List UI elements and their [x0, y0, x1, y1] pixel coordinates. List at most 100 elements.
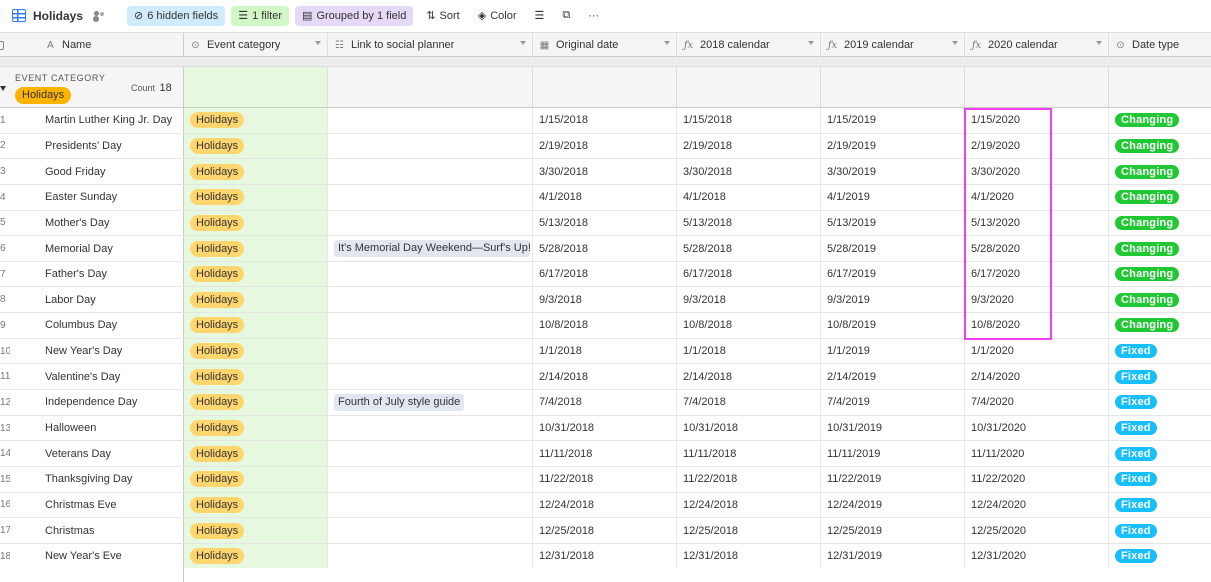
- cell-name[interactable]: New Year's Day: [39, 338, 184, 364]
- cell-date-type[interactable]: Fixed: [1109, 441, 1211, 466]
- cell-link-social[interactable]: [328, 364, 533, 390]
- cell-2019-calendar[interactable]: 7/4/2019: [821, 390, 965, 415]
- more-button[interactable]: ···: [581, 6, 606, 26]
- share-view-button[interactable]: ⧉: [555, 6, 577, 26]
- select-all-checkbox[interactable]: [0, 40, 4, 50]
- cell-date-type[interactable]: Fixed: [1109, 544, 1211, 569]
- table-row[interactable]: 14 Veterans Day Holidays 11/11/2018 11/11/20…: [0, 441, 1211, 467]
- cell-name[interactable]: Independence Day: [39, 390, 184, 415]
- cell-name[interactable]: Martin Luther King Jr. Day: [39, 108, 184, 133]
- cell-event-category[interactable]: Holidays: [184, 415, 328, 441]
- cell-date-type[interactable]: Fixed: [1109, 339, 1211, 364]
- header-2019-calendar[interactable]: ƒx 2019 calendar: [821, 33, 965, 57]
- cell-event-category[interactable]: Holidays: [184, 261, 328, 287]
- cell-link-social[interactable]: [328, 261, 533, 287]
- cell-name[interactable]: New Year's Eve: [39, 543, 184, 569]
- cell-2018-calendar[interactable]: 10/31/2018: [677, 415, 821, 441]
- cell-link-social[interactable]: [328, 287, 533, 313]
- cell-2020-calendar[interactable]: 1/1/2020: [965, 338, 1109, 364]
- cell-2019-calendar[interactable]: 10/8/2019: [821, 313, 965, 338]
- cell-2020-calendar[interactable]: 5/28/2020: [965, 236, 1109, 261]
- cell-link-social[interactable]: [328, 518, 533, 543]
- table-row[interactable]: 9 Columbus Day Holidays 10/8/2018 10/8/2018 1…: [0, 313, 1211, 339]
- table-row[interactable]: 11 Valentine's Day Holidays 2/14/2018 2/14/2…: [0, 364, 1211, 391]
- cell-name[interactable]: Valentine's Day: [39, 364, 184, 390]
- cell-link-social[interactable]: [328, 108, 533, 133]
- table-row[interactable]: 2 Presidents' Day Holidays 2/19/2018 2/19/20…: [0, 133, 1211, 160]
- table-row[interactable]: 18 New Year's Eve Holidays 12/31/2018 12/31/…: [0, 543, 1211, 570]
- cell-2019-calendar[interactable]: 9/3/2019: [821, 287, 965, 313]
- cell-2018-calendar[interactable]: 5/28/2018: [677, 236, 821, 261]
- cell-2019-calendar[interactable]: 11/22/2019: [821, 466, 965, 492]
- cell-link-social[interactable]: [328, 313, 533, 338]
- cell-event-category[interactable]: Holidays: [184, 518, 328, 543]
- table-row[interactable]: 6 Memorial Day Holidays It's Memorial Day W…: [0, 236, 1211, 262]
- linked-record-chip[interactable]: Fourth of July style guide: [334, 393, 465, 411]
- chevron-down-icon[interactable]: [1096, 41, 1102, 45]
- cell-2019-calendar[interactable]: 10/31/2019: [821, 415, 965, 441]
- cell-name[interactable]: Christmas Eve: [39, 492, 184, 518]
- cell-name[interactable]: Labor Day: [39, 287, 184, 313]
- header-event-category[interactable]: ⊙ Event category: [184, 33, 328, 57]
- cell-date-type[interactable]: Changing: [1109, 134, 1211, 159]
- cell-2019-calendar[interactable]: 2/14/2019: [821, 364, 965, 390]
- table-row[interactable]: 12 Independence Day Holidays Fourth of July…: [0, 390, 1211, 416]
- cell-date-type[interactable]: Fixed: [1109, 518, 1211, 543]
- cell-2019-calendar[interactable]: 12/31/2019: [821, 543, 965, 569]
- cell-event-category[interactable]: Holidays: [184, 543, 328, 569]
- cell-original-date[interactable]: 11/11/2018: [533, 441, 677, 466]
- cell-name[interactable]: Father's Day: [39, 261, 184, 287]
- header-2018-calendar[interactable]: ƒx 2018 calendar: [677, 33, 821, 57]
- table-row[interactable]: 10 New Year's Day Holidays 1/1/2018 1/1/2018…: [0, 338, 1211, 365]
- cell-2019-calendar[interactable]: 3/30/2019: [821, 159, 965, 184]
- header-name[interactable]: A Name: [39, 33, 184, 57]
- cell-original-date[interactable]: 2/19/2018: [533, 133, 677, 159]
- cell-original-date[interactable]: 2/14/2018: [533, 364, 677, 390]
- cell-name[interactable]: Columbus Day: [39, 313, 184, 338]
- header-2020-calendar[interactable]: ƒx 2020 calendar: [965, 33, 1109, 57]
- cell-2020-calendar[interactable]: 5/13/2020: [965, 210, 1109, 236]
- cell-link-social[interactable]: [328, 159, 533, 184]
- cell-2019-calendar[interactable]: 1/15/2019: [821, 108, 965, 133]
- cell-event-category[interactable]: Holidays: [184, 210, 328, 236]
- linked-record-chip[interactable]: It's Memorial Day Weekend—Surf's Up!: [334, 240, 530, 258]
- cell-date-type[interactable]: Changing: [1109, 185, 1211, 210]
- cell-link-social[interactable]: It's Memorial Day Weekend—Surf's Up!: [328, 236, 533, 261]
- cell-original-date[interactable]: 11/22/2018: [533, 466, 677, 492]
- cell-2018-calendar[interactable]: 4/1/2018: [677, 184, 821, 210]
- cell-date-type[interactable]: Changing: [1109, 211, 1211, 236]
- cell-2018-calendar[interactable]: 6/17/2018: [677, 261, 821, 287]
- cell-date-type[interactable]: Changing: [1109, 313, 1211, 338]
- table-row[interactable]: 7 Father's Day Holidays 6/17/2018 6/17/2018 6…: [0, 261, 1211, 288]
- cell-original-date[interactable]: 5/13/2018: [533, 210, 677, 236]
- chevron-down-icon[interactable]: [315, 41, 321, 45]
- table-row[interactable]: 16 Christmas Eve Holidays 12/24/2018 12/24/2…: [0, 492, 1211, 519]
- cell-name[interactable]: Mother's Day: [39, 210, 184, 236]
- cell-2018-calendar[interactable]: 12/25/2018: [677, 518, 821, 543]
- cell-2018-calendar[interactable]: 11/11/2018: [677, 441, 821, 466]
- group-button[interactable]: ▤ Grouped by 1 field: [295, 5, 414, 26]
- cell-original-date[interactable]: 4/1/2018: [533, 184, 677, 210]
- cell-2018-calendar[interactable]: 1/15/2018: [677, 108, 821, 133]
- cell-event-category[interactable]: Holidays: [184, 184, 328, 210]
- cell-2020-calendar[interactable]: 6/17/2020: [965, 261, 1109, 287]
- cell-2020-calendar[interactable]: 7/4/2020: [965, 390, 1109, 415]
- cell-original-date[interactable]: 1/1/2018: [533, 338, 677, 364]
- row-height-button[interactable]: ☰: [528, 6, 552, 26]
- cell-event-category[interactable]: Holidays: [184, 338, 328, 364]
- cell-original-date[interactable]: 6/17/2018: [533, 261, 677, 287]
- cell-original-date[interactable]: 10/31/2018: [533, 415, 677, 441]
- cell-event-category[interactable]: Holidays: [184, 466, 328, 492]
- cell-2019-calendar[interactable]: 5/13/2019: [821, 210, 965, 236]
- cell-name[interactable]: Veterans Day: [39, 441, 184, 466]
- cell-2018-calendar[interactable]: 1/1/2018: [677, 338, 821, 364]
- cell-2018-calendar[interactable]: 12/24/2018: [677, 492, 821, 518]
- cell-2020-calendar[interactable]: 10/31/2020: [965, 415, 1109, 441]
- group-header[interactable]: EVENT CATEGORY Holidays Count 18: [0, 67, 1211, 108]
- cell-2020-calendar[interactable]: 12/25/2020: [965, 518, 1109, 543]
- cell-original-date[interactable]: 10/8/2018: [533, 313, 677, 338]
- cell-date-type[interactable]: Fixed: [1109, 364, 1211, 389]
- cell-link-social[interactable]: [328, 184, 533, 210]
- cell-2019-calendar[interactable]: 2/19/2019: [821, 133, 965, 159]
- cell-2019-calendar[interactable]: 12/24/2019: [821, 492, 965, 518]
